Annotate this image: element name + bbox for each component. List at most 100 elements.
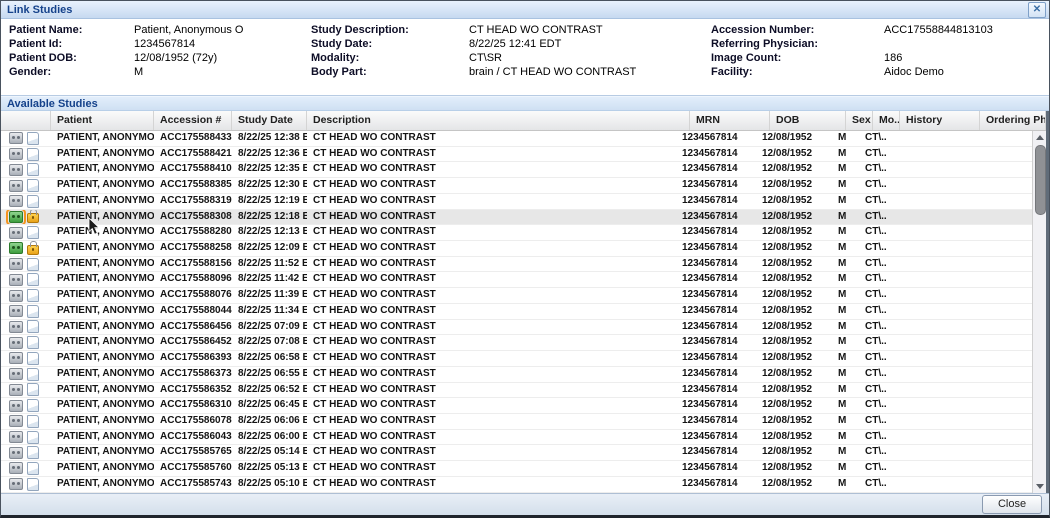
document-icon[interactable] [27, 305, 39, 318]
close-button[interactable]: Close [982, 495, 1042, 514]
body-part-label: Body Part: [311, 66, 469, 80]
document-icon[interactable] [27, 383, 39, 396]
document-icon[interactable] [27, 368, 39, 381]
link-study-icon[interactable] [9, 415, 23, 427]
table-row[interactable]: PATIENT, ANONYMOUS OACC175588385...8/22/… [1, 178, 1046, 194]
cell-patient: PATIENT, ANONYMOUS O [51, 288, 154, 303]
column-header-ordering-physician[interactable]: Ordering Physic... [980, 111, 1046, 130]
cell-dob: 12/08/1952 [756, 194, 832, 209]
scroll-up-icon[interactable] [1033, 131, 1046, 144]
link-study-icon[interactable] [9, 164, 23, 176]
table-row[interactable]: PATIENT, ANONYMOUS OACC175585760...8/22/… [1, 461, 1046, 477]
table-row[interactable]: PATIENT, ANONYMOUS OACC175585765...8/22/… [1, 445, 1046, 461]
document-icon[interactable] [27, 446, 39, 459]
table-row[interactable]: PATIENT, ANONYMOUS OACC175588433...8/22/… [1, 131, 1046, 147]
document-icon[interactable] [27, 478, 39, 491]
column-header-modality[interactable]: Mo... [873, 111, 900, 130]
document-icon[interactable] [27, 273, 39, 286]
table-row[interactable]: PATIENT, ANONYMOUS OACC175586043...8/22/… [1, 430, 1046, 446]
document-icon[interactable] [27, 415, 39, 428]
column-header-history[interactable]: History [900, 111, 980, 130]
link-study-icon[interactable] [9, 321, 23, 333]
table-row[interactable]: PATIENT, ANONYMOUS OACC175586373...8/22/… [1, 367, 1046, 383]
link-study-icon[interactable] [9, 447, 23, 459]
table-row[interactable]: PATIENT, ANONYMOUS OACC175588280...8/22/… [1, 225, 1046, 241]
scrollbar-thumb[interactable] [1035, 145, 1046, 215]
link-study-icon[interactable] [9, 195, 23, 207]
document-icon[interactable] [27, 399, 39, 412]
cell-history [886, 241, 966, 256]
cell-history [886, 210, 966, 225]
close-icon[interactable]: ✕ [1028, 2, 1046, 18]
table-row[interactable]: PATIENT, ANONYMOUS OACC175585743...8/22/… [1, 477, 1046, 493]
document-icon[interactable] [27, 289, 39, 302]
cell-mrn: 1234567814 [676, 131, 756, 146]
document-icon[interactable] [27, 336, 39, 349]
table-row[interactable]: PATIENT, ANONYMOUS OACC175588156...8/22/… [1, 257, 1046, 273]
document-icon[interactable] [27, 179, 39, 192]
document-icon[interactable] [27, 132, 39, 145]
table-row[interactable]: PATIENT, ANONYMOUS OACC175588410...8/22/… [1, 162, 1046, 178]
link-study-icon[interactable] [9, 258, 23, 270]
table-row[interactable]: PATIENT, ANONYMOUS OACC175588076...8/22/… [1, 288, 1046, 304]
table-row[interactable]: PATIENT, ANONYMOUS OACC175586352...8/22/… [1, 383, 1046, 399]
table-row[interactable]: PATIENT, ANONYMOUS OACC175588421...8/22/… [1, 147, 1046, 163]
table-row[interactable]: PATIENT, ANONYMOUS OACC175588319...8/22/… [1, 194, 1046, 210]
linked-study-icon[interactable] [9, 211, 23, 223]
document-icon[interactable] [27, 226, 39, 239]
linked-study-icon[interactable] [9, 242, 23, 254]
table-row[interactable]: PATIENT, ANONYMOUS OACC175586393...8/22/… [1, 351, 1046, 367]
table-row[interactable]: PATIENT, ANONYMOUS OACC175586456...8/22/… [1, 320, 1046, 336]
link-study-icon[interactable] [9, 148, 23, 160]
cell-history [886, 477, 966, 492]
link-study-icon[interactable] [9, 368, 23, 380]
document-icon[interactable] [27, 320, 39, 333]
column-header-description[interactable]: Description [307, 111, 690, 130]
document-icon[interactable] [27, 258, 39, 271]
column-header-study-date[interactable]: Study Date [232, 111, 307, 130]
column-header-patient[interactable]: Patient [51, 111, 154, 130]
column-header-mrn[interactable]: MRN [690, 111, 770, 130]
link-study-icon[interactable] [9, 337, 23, 349]
cell-history [886, 383, 966, 398]
link-study-icon[interactable] [9, 478, 23, 490]
link-study-icon[interactable] [9, 227, 23, 239]
link-study-icon[interactable] [9, 180, 23, 192]
link-study-icon[interactable] [9, 132, 23, 144]
table-row[interactable]: PATIENT, ANONYMOUS OACC175586078...8/22/… [1, 414, 1046, 430]
document-icon[interactable] [27, 352, 39, 365]
column-header-sex[interactable]: Sex [846, 111, 873, 130]
cell-description: CT HEAD WO CONTRAST [307, 257, 676, 272]
table-row[interactable]: PATIENT, ANONYMOUS OACC175586310...8/22/… [1, 398, 1046, 414]
link-study-icon[interactable] [9, 274, 23, 286]
link-study-icon[interactable] [9, 352, 23, 364]
table-row[interactable]: PATIENT, ANONYMOUS OACC175588096...8/22/… [1, 272, 1046, 288]
lock-icon[interactable] [27, 213, 39, 223]
row-icons [1, 178, 51, 193]
document-icon[interactable] [27, 431, 39, 444]
link-study-icon[interactable] [9, 384, 23, 396]
document-icon[interactable] [27, 148, 39, 161]
lock-icon[interactable] [27, 245, 39, 255]
table-row[interactable]: PATIENT, ANONYMOUS OACC175586452...8/22/… [1, 335, 1046, 351]
row-icons [1, 351, 51, 366]
document-icon[interactable] [27, 163, 39, 176]
document-icon[interactable] [27, 462, 39, 475]
link-study-icon[interactable] [9, 290, 23, 302]
column-header-icons[interactable] [1, 111, 51, 130]
vertical-scrollbar[interactable] [1032, 131, 1046, 493]
link-study-icon[interactable] [9, 462, 23, 474]
table-row[interactable]: PATIENT, ANONYMOUS OACC175588308...8/22/… [1, 210, 1046, 226]
column-header-accession[interactable]: Accession # [154, 111, 232, 130]
cell-sex: M [832, 210, 859, 225]
document-icon[interactable] [27, 195, 39, 208]
dialog-titlebar[interactable]: Link Studies ✕ [1, 1, 1049, 19]
scroll-down-icon[interactable] [1033, 480, 1046, 493]
table-row[interactable]: PATIENT, ANONYMOUS OACC175588258...8/22/… [1, 241, 1046, 257]
table-row[interactable]: PATIENT, ANONYMOUS OACC175588044...8/22/… [1, 304, 1046, 320]
link-study-icon[interactable] [9, 400, 23, 412]
link-study-icon[interactable] [9, 431, 23, 443]
table-header-row: Patient Accession # Study Date Descripti… [1, 111, 1046, 131]
column-header-dob[interactable]: DOB [770, 111, 846, 130]
link-study-icon[interactable] [9, 305, 23, 317]
